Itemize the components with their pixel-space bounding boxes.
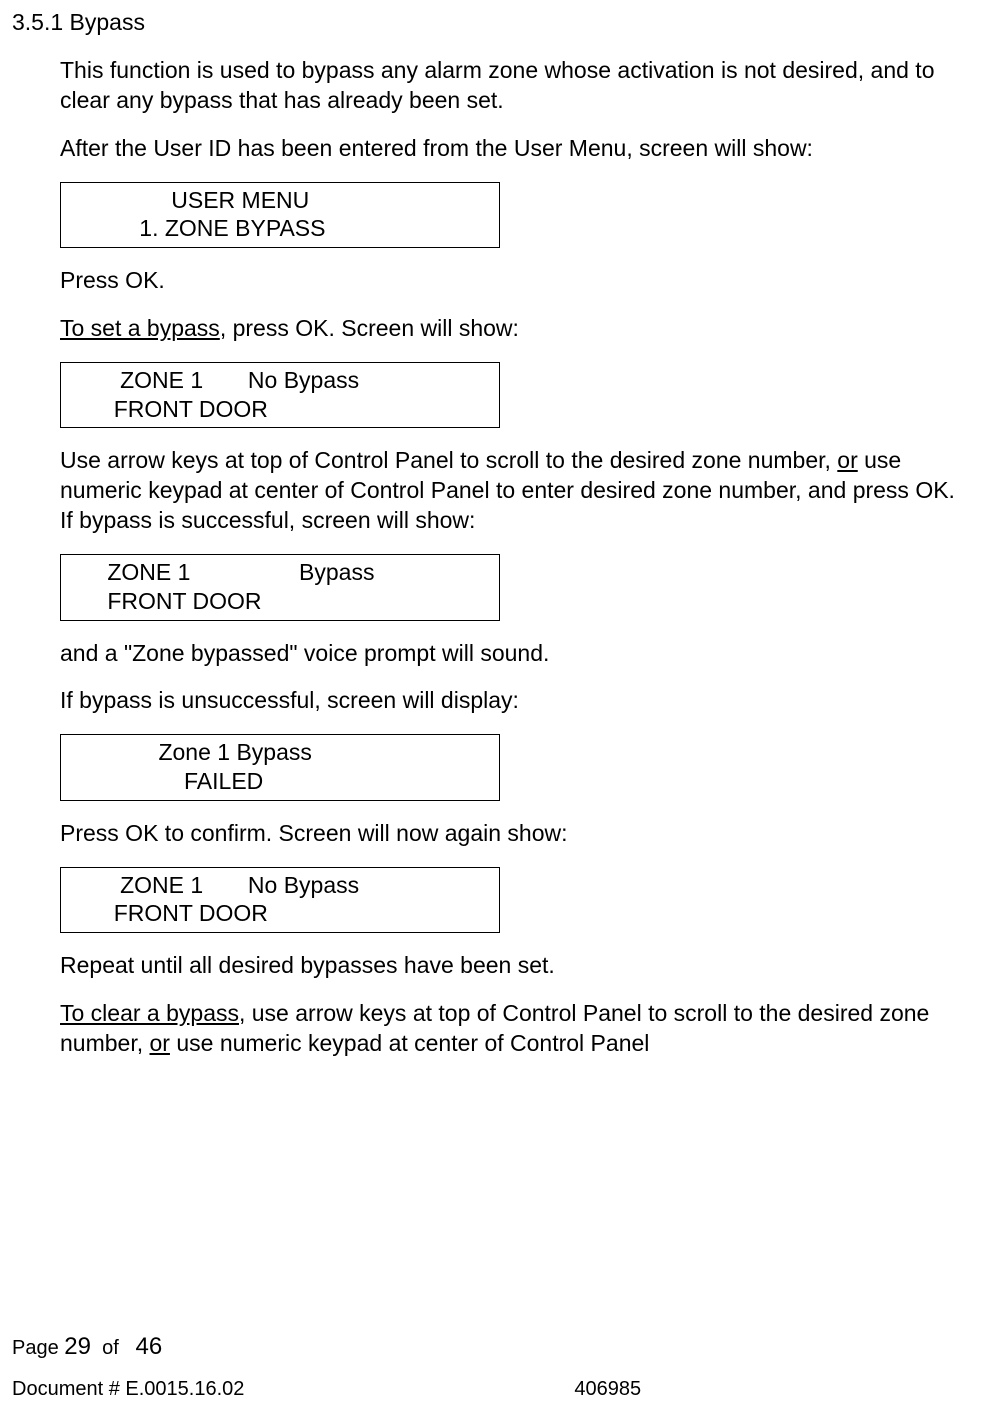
paragraph-use-arrow: Use arrow keys at top of Control Panel t… [60, 446, 958, 536]
screen-user-menu: USER MENU 1. ZONE BYPASS [60, 182, 500, 249]
doc-num: 406985 [574, 1376, 641, 1402]
page-footer: Page 29 of 46 Document # E.0015.16.02 40… [12, 1331, 972, 1402]
screen-failed: Zone 1 Bypass FAILED [60, 734, 500, 801]
page-label: Page [12, 1337, 59, 1359]
page-current: 29 [64, 1333, 91, 1360]
paragraph-intro1: This function is used to bypass any alar… [60, 56, 958, 116]
screen-zone1-nobypass: ZONE 1 No Bypass FRONT DOOR [60, 362, 500, 429]
footer-doc-line: Document # E.0015.16.02 406985 [12, 1376, 972, 1402]
to-clear-rest2: use numeric keypad at center of Control … [170, 1030, 649, 1056]
paragraph-if-unsuccessful: If bypass is unsuccessful, screen will d… [60, 686, 958, 716]
use-arrow-a: Use arrow keys at top of Control Panel t… [60, 447, 837, 473]
paragraph-to-set: To set a bypass, press OK. Screen will s… [60, 314, 958, 344]
paragraph-press-ok-confirm: Press OK to confirm. Screen will now aga… [60, 819, 958, 849]
page-of: of [102, 1337, 119, 1359]
screen-zone1-nobypass-2: ZONE 1 No Bypass FRONT DOOR [60, 867, 500, 934]
paragraph-repeat: Repeat until all desired bypasses have b… [60, 951, 958, 981]
doc-id: Document # E.0015.16.02 [12, 1376, 244, 1402]
footer-page-line: Page 29 of 46 [12, 1331, 972, 1362]
section-number: 3.5.1 [12, 9, 63, 35]
to-set-underline: To set a bypass [60, 315, 220, 341]
or-underline: or [837, 447, 857, 473]
to-set-rest: , press OK. Screen will show: [220, 315, 519, 341]
section-heading: 3.5.1 Bypass [12, 8, 972, 38]
paragraph-press-ok: Press OK. [60, 266, 958, 296]
page-total: 46 [135, 1333, 162, 1360]
content-body: This function is used to bypass any alar… [12, 56, 972, 1059]
section-title-text: Bypass [70, 9, 145, 35]
paragraph-intro2: After the User ID has been entered from … [60, 134, 958, 164]
to-clear-underline: To clear a bypass [60, 1000, 239, 1026]
paragraph-to-clear: To clear a bypass, use arrow keys at top… [60, 999, 958, 1059]
screen-zone1-bypass: ZONE 1 Bypass FRONT DOOR [60, 554, 500, 621]
paragraph-voice-prompt: and a "Zone bypassed" voice prompt will … [60, 639, 958, 669]
or-underline-2: or [150, 1030, 170, 1056]
